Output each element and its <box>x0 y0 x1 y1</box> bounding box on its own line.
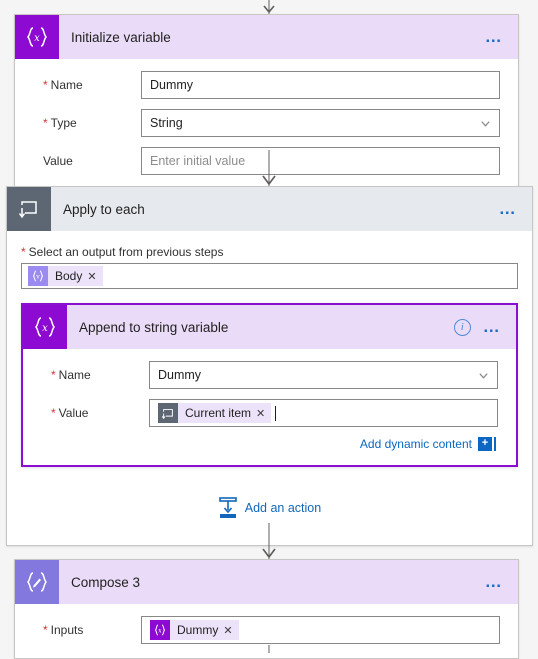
card-header-actions: … <box>499 200 518 217</box>
connector-arrow-icon <box>262 548 276 559</box>
token-chip-dummy[interactable]: x Dummy ✕ <box>150 620 239 640</box>
inputs-token-input[interactable]: x Dummy ✕ <box>141 616 500 644</box>
type-select-value: String <box>150 116 183 130</box>
add-dynamic-content-link[interactable]: Add dynamic content <box>360 437 472 451</box>
token-remove-icon[interactable]: ✕ <box>87 270 102 283</box>
connector-top <box>0 0 538 14</box>
token-label: Dummy <box>177 623 219 637</box>
step-card-append-to-string-variable[interactable]: x Append to string variable i … Name Dum… <box>21 303 518 467</box>
output-picker-input[interactable]: v Body ✕ <box>21 263 518 289</box>
add-dynamic-content-row: Add dynamic content + <box>41 437 498 451</box>
variable-name-value: Dummy <box>158 368 202 382</box>
info-icon[interactable]: i <box>453 318 471 336</box>
variable-braces-v-icon: v <box>28 266 48 286</box>
variable-name-select[interactable]: Dummy <box>149 361 498 389</box>
card-body: Name Dummy Value <box>23 349 516 465</box>
card-title: Initialize variable <box>71 29 171 45</box>
connector-bottom <box>0 645 538 653</box>
svg-text:x: x <box>42 323 48 334</box>
card-menu-button[interactable]: … <box>485 28 504 45</box>
insert-action-icon <box>218 497 237 518</box>
token-label: Body <box>55 269 83 283</box>
loop-repeat-icon <box>7 187 51 231</box>
form-row-value: Value Current item ✕ <box>41 399 498 427</box>
variable-braces-x-icon: x <box>23 305 67 349</box>
connector-init-to-loop <box>0 150 538 186</box>
form-row-name: Name Dummy <box>41 361 498 389</box>
variable-braces-x-icon: x <box>150 620 170 640</box>
connector-loop-to-compose <box>0 523 538 559</box>
step-card-apply-to-each[interactable]: Apply to each … Select an output from pr… <box>6 186 533 546</box>
field-label-name: Name <box>41 368 149 382</box>
token-label: Current item <box>185 406 252 420</box>
token-remove-icon[interactable]: ✕ <box>256 407 271 420</box>
name-input[interactable]: Dummy <box>141 71 500 99</box>
variable-braces-x-icon: x <box>15 15 59 59</box>
svg-text:x: x <box>158 628 162 635</box>
connector-line <box>268 645 270 653</box>
card-title: Apply to each <box>63 201 145 217</box>
card-menu-button[interactable]: … <box>483 318 502 335</box>
connector-arrow-icon <box>263 5 275 14</box>
add-an-action-button[interactable]: Add an action <box>218 497 321 519</box>
field-label-value: Value <box>41 406 149 420</box>
card-header-actions: … <box>485 28 504 45</box>
compose-pencil-icon <box>15 560 59 604</box>
add-an-action-label: Add an action <box>244 501 322 515</box>
card-menu-button[interactable]: … <box>485 573 504 590</box>
form-row-inputs: Inputs x Dummy ✕ <box>33 616 500 644</box>
step-card-compose-3[interactable]: Compose 3 … Inputs x Dummy ✕ <box>14 559 519 659</box>
svg-text:x: x <box>34 33 40 44</box>
connector-arrow-icon <box>262 175 276 186</box>
text-cursor <box>275 405 277 421</box>
card-header[interactable]: x Initialize variable … <box>15 15 518 59</box>
token-chip-current-item[interactable]: Current item ✕ <box>158 403 272 423</box>
svg-text:v: v <box>35 274 40 281</box>
card-header[interactable]: Apply to each … <box>7 187 532 231</box>
card-header[interactable]: Compose 3 … <box>15 560 518 604</box>
add-dynamic-content-bar <box>494 437 496 451</box>
token-chip-body[interactable]: v Body ✕ <box>28 266 103 286</box>
card-header[interactable]: x Append to string variable i … <box>23 305 516 349</box>
card-title: Append to string variable <box>79 319 229 335</box>
type-select[interactable]: String <box>141 109 500 137</box>
chevron-down-icon <box>481 120 490 127</box>
field-label-type: Type <box>33 116 141 130</box>
card-header-actions: i … <box>453 318 502 336</box>
card-menu-button[interactable]: … <box>499 200 518 217</box>
form-row-type: Type String <box>33 109 500 137</box>
picker-label: Select an output from previous steps <box>21 245 518 259</box>
value-token-input[interactable]: Current item ✕ <box>149 399 498 427</box>
add-dynamic-content-plus-icon[interactable]: + <box>478 437 492 451</box>
card-title: Compose 3 <box>71 574 141 590</box>
chevron-down-icon <box>479 372 488 379</box>
token-remove-icon[interactable]: ✕ <box>223 624 238 637</box>
field-label-name: Name <box>33 78 141 92</box>
loop-repeat-icon <box>158 403 178 423</box>
field-label-inputs: Inputs <box>33 623 141 637</box>
card-header-actions: … <box>485 573 504 590</box>
form-row-name: Name Dummy <box>33 71 500 99</box>
card-body: Select an output from previous steps v B… <box>7 231 532 545</box>
